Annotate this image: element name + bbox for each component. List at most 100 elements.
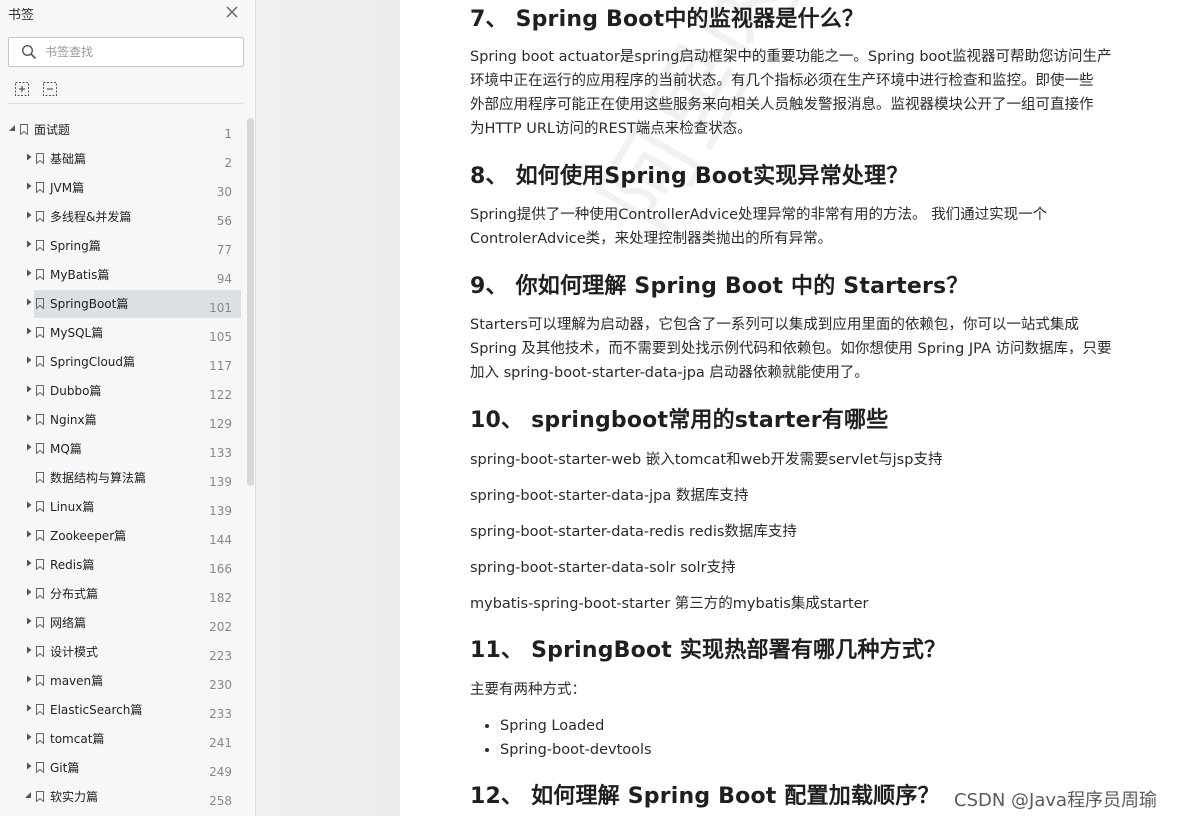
bookmark-label: 网络篇: [50, 616, 87, 630]
bookmark-label: MQ篇: [50, 442, 82, 456]
bookmark-icon: [36, 501, 44, 512]
caret-right-icon[interactable]: [24, 239, 34, 249]
heading-q8: 8、 如何使用Spring Boot实现异常处理？: [470, 164, 909, 189]
bookmark-item[interactable]: 网络篇 202: [0, 608, 236, 637]
hot-deploy-list: Spring Loaded Spring-boot-devtools: [480, 714, 652, 762]
bookmark-item[interactable]: 数据结构与算法篇 139: [0, 463, 236, 492]
heading-q7: 7、 Spring Boot中的监视器是什么？: [470, 7, 865, 32]
caret-right-icon[interactable]: [24, 529, 34, 539]
bookmark-page-number: 129: [209, 417, 232, 431]
collapse-all-icon[interactable]: [42, 81, 58, 97]
bookmark-item[interactable]: MySQL篇 105: [0, 318, 236, 347]
bookmark-item[interactable]: 多线程&并发篇 56: [0, 202, 236, 231]
caret-right-icon[interactable]: [24, 587, 34, 597]
caret-right-icon[interactable]: [24, 732, 34, 742]
paragraph-line: 为HTTP URL访问的REST端点来检查状态。: [470, 121, 752, 137]
list-item: Spring Loaded: [500, 714, 652, 738]
close-icon[interactable]: [224, 4, 240, 20]
bookmark-item[interactable]: Redis篇 166: [0, 550, 236, 579]
bookmark-sidebar: 书签 面试题 1 基础篇 2 JVM篇 30 多线程&并发篇 56 Spring篇 77 MyBat…: [0, 0, 256, 816]
bookmark-page-number: 94: [216, 272, 232, 286]
bookmark-page-number: 133: [209, 446, 232, 460]
bookmark-item[interactable]: 软实力篇 258: [0, 782, 236, 811]
caret-right-icon[interactable]: [24, 616, 34, 626]
paragraph-line: ControlerAdvice类，来处理控制器类抛出的所有异常。: [470, 231, 833, 247]
bookmark-item[interactable]: JVM篇 30: [0, 173, 236, 202]
bookmark-page-number: 139: [209, 504, 232, 518]
bookmark-item[interactable]: Spring篇 77: [0, 231, 236, 260]
caret-right-icon[interactable]: [24, 761, 34, 771]
bookmark-label: JVM篇: [50, 181, 85, 195]
bookmark-item[interactable]: Linux篇 139: [0, 492, 236, 521]
paragraph-line: 环境中正在运行的应用程序的当前状态。有几个指标必须在生产环境中进行检查和监控。即…: [470, 73, 1094, 89]
sidebar-divider: [8, 103, 244, 104]
bookmark-icon: [36, 269, 44, 280]
caret-right-icon[interactable]: [24, 355, 34, 365]
bookmark-icon: [36, 791, 44, 802]
caret-right-icon[interactable]: [24, 500, 34, 510]
bookmark-item[interactable]: MQ篇 133: [0, 434, 236, 463]
bookmark-label: 基础篇: [50, 152, 87, 166]
starter-line: spring-boot-starter-data-redis redis数据库支…: [470, 524, 797, 540]
bookmark-item[interactable]: 面试题 1: [0, 115, 236, 144]
bookmark-label: 面试题: [34, 123, 71, 137]
bookmark-label: MySQL篇: [50, 326, 104, 340]
bookmark-icon: [36, 762, 44, 773]
bookmark-search-box[interactable]: [8, 37, 244, 67]
bookmark-icon: [36, 704, 44, 715]
expand-all-icon[interactable]: [14, 81, 30, 97]
bookmark-item[interactable]: Zookeeper篇 144: [0, 521, 236, 550]
bookmark-item[interactable]: ElasticSearch篇 233: [0, 695, 236, 724]
bookmark-page-number: 166: [209, 562, 232, 576]
bookmark-icon: [36, 588, 44, 599]
caret-right-icon[interactable]: [24, 326, 34, 336]
bookmark-page-number: 117: [209, 359, 232, 373]
paragraph-line: 加入 spring-boot-starter-data-jpa 启动器依赖就能使…: [470, 365, 869, 381]
list-item: Spring-boot-devtools: [500, 738, 652, 762]
caret-right-icon[interactable]: [24, 210, 34, 220]
caret-right-icon[interactable]: [24, 152, 34, 162]
bookmark-label: 设计模式: [50, 645, 99, 659]
bookmark-page-number: 139: [209, 475, 232, 489]
bookmark-search-input[interactable]: [45, 43, 235, 61]
page-gutter: [256, 0, 400, 816]
bookmark-page-number: 2: [224, 156, 232, 170]
caret-right-icon[interactable]: [24, 703, 34, 713]
bookmark-item[interactable]: SpringBoot篇 101: [0, 289, 241, 318]
bookmark-item[interactable]: Nginx篇 129: [0, 405, 236, 434]
bookmark-icon: [36, 414, 44, 425]
bookmark-page-number: 258: [209, 794, 232, 808]
bookmark-item[interactable]: maven篇 230: [0, 666, 236, 695]
caret-right-icon[interactable]: [24, 442, 34, 452]
caret-down-icon[interactable]: [8, 123, 18, 133]
bookmark-item[interactable]: 设计模式 223: [0, 637, 236, 666]
bookmark-item[interactable]: SpringCloud篇 117: [0, 347, 236, 376]
caret-right-icon[interactable]: [24, 645, 34, 655]
bookmark-item[interactable]: 分布式篇 182: [0, 579, 236, 608]
bookmark-icon: [36, 211, 44, 222]
paragraph-line: Spring 及其他技术，而不需要到处找示例代码和依赖包。如你想使用 Sprin…: [470, 341, 1112, 357]
caret-right-icon[interactable]: [24, 674, 34, 684]
bookmark-page-number: 182: [209, 591, 232, 605]
caret-down-icon[interactable]: [24, 790, 34, 800]
bookmark-item[interactable]: 基础篇 2: [0, 144, 236, 173]
bookmark-icon: [36, 443, 44, 454]
bookmark-label: Linux篇: [50, 500, 95, 514]
caret-right-icon[interactable]: [24, 384, 34, 394]
bookmark-item[interactable]: Git篇 249: [0, 753, 236, 782]
bookmark-icon: [36, 559, 44, 570]
caret-right-icon[interactable]: [24, 413, 34, 423]
bookmark-page-number: 249: [209, 765, 232, 779]
caret-right-icon[interactable]: [24, 268, 34, 278]
caret-right-icon[interactable]: [24, 558, 34, 568]
bookmark-item[interactable]: Dubbo篇 122: [0, 376, 236, 405]
bookmark-page-number: 122: [209, 388, 232, 402]
sidebar-scrollbar[interactable]: [247, 118, 254, 486]
bookmark-icon: [36, 153, 44, 164]
bookmark-icon: [36, 733, 44, 744]
bookmark-label: Spring篇: [50, 239, 101, 253]
caret-right-icon[interactable]: [24, 181, 34, 191]
bookmark-item[interactable]: tomcat篇 241: [0, 724, 236, 753]
caret-right-icon[interactable]: [24, 297, 34, 307]
bookmark-item[interactable]: MyBatis篇 94: [0, 260, 236, 289]
